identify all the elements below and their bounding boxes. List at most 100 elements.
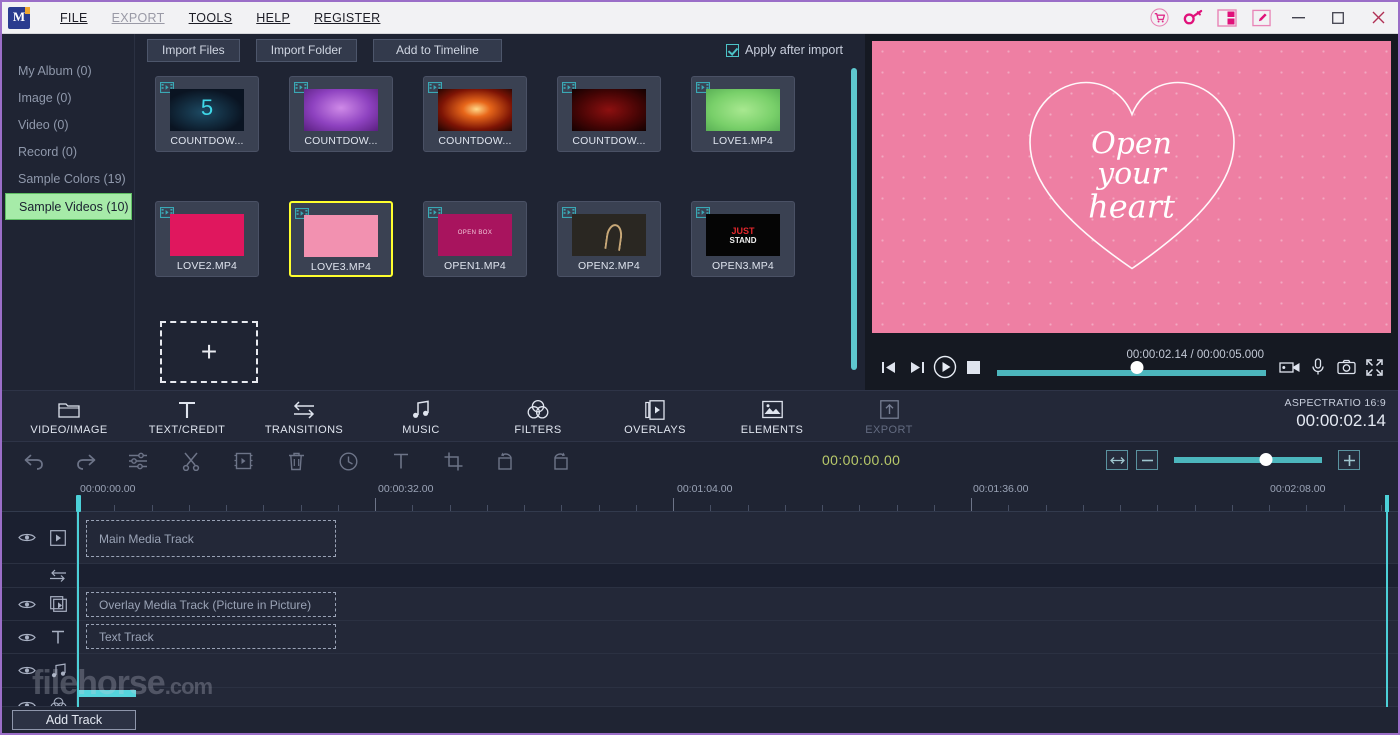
layout-icon[interactable] [1210, 3, 1244, 33]
tab-video-image[interactable]: VIDEO/IMAGE [10, 391, 128, 443]
fullscreen-icon[interactable] [1360, 353, 1388, 381]
timeline-ruler[interactable]: 00:00:00.00 00:00:32.00 00:01:04.00 00:01:3… [2, 480, 1398, 512]
sidebar-item-sample-videos[interactable]: Sample Videos (10) [5, 193, 132, 220]
video-track-icon[interactable] [48, 529, 68, 546]
maximize-button[interactable] [1318, 3, 1358, 33]
cart-icon[interactable] [1142, 3, 1176, 33]
menu-file[interactable]: FILE [48, 7, 100, 29]
ruler-label: 00:00:00.00 [80, 483, 136, 495]
audio-clip-segment[interactable] [78, 690, 136, 697]
track-lane[interactable] [77, 654, 1398, 687]
tab-export[interactable]: EXPORT [830, 391, 948, 443]
menu-tools[interactable]: TOOLS [177, 7, 245, 29]
track-lane[interactable]: Main Media Track [77, 512, 1398, 563]
ruler-tick [561, 505, 562, 511]
eye-icon[interactable] [18, 665, 36, 676]
sidebar-item-image[interactable]: Image (0) [2, 85, 134, 112]
sidebar-item-sample-colors[interactable]: Sample Colors (19) [2, 166, 134, 193]
menu-help[interactable]: HELP [244, 7, 302, 29]
apply-after-import-row[interactable]: Apply after import [726, 43, 843, 57]
import-files-button[interactable]: Import Files [147, 38, 240, 62]
settings-sliders-icon[interactable] [126, 449, 150, 473]
ruler-tick [1381, 505, 1382, 511]
zoom-slider-handle[interactable] [1259, 453, 1273, 466]
track-row-main-media[interactable]: Main Media Track [2, 512, 1398, 564]
play-button[interactable] [931, 353, 959, 381]
edit-icon[interactable] [1244, 3, 1278, 33]
media-item[interactable]: COUNTDOW... [289, 76, 393, 152]
close-button[interactable] [1358, 3, 1398, 33]
next-frame-icon[interactable] [903, 353, 931, 381]
media-item[interactable]: COUNTDOW... [155, 76, 259, 152]
media-item[interactable]: COUNTDOW... [423, 76, 527, 152]
undo-icon[interactable] [22, 449, 46, 473]
track-lane[interactable]: Overlay Media Track (Picture in Picture) [77, 588, 1398, 620]
text-t-icon[interactable] [389, 449, 413, 473]
sidebar-item-record[interactable]: Record (0) [2, 139, 134, 166]
import-folder-button[interactable]: Import Folder [255, 38, 358, 62]
crop-icon[interactable] [441, 449, 465, 473]
media-item[interactable]: LOVE1.MP4 [691, 76, 795, 152]
prev-frame-icon[interactable] [875, 353, 903, 381]
frame-icon[interactable] [231, 449, 255, 473]
video-preview-canvas[interactable]: Open your heart [872, 41, 1391, 333]
microphone-icon[interactable] [1304, 353, 1332, 381]
media-item[interactable]: OPEN3.MP4 [691, 201, 795, 277]
eye-icon[interactable] [18, 632, 36, 643]
zoom-out-icon[interactable] [1136, 450, 1158, 470]
seek-bar[interactable] [997, 361, 1266, 376]
text-track-icon[interactable] [48, 629, 68, 645]
track-row-transition[interactable] [2, 564, 1398, 588]
media-item[interactable]: OPEN2.MP4 [557, 201, 661, 277]
record-video-icon[interactable] [1276, 353, 1304, 381]
music-track-icon[interactable] [48, 662, 68, 679]
sidebar-item-my-album[interactable]: My Album (0) [2, 58, 134, 85]
fit-width-icon[interactable] [1106, 450, 1128, 470]
eye-icon[interactable] [18, 599, 36, 610]
snapshot-icon[interactable] [1332, 353, 1360, 381]
media-item[interactable]: LOVE2.MP4 [155, 201, 259, 277]
media-item[interactable]: COUNTDOW... [557, 76, 661, 152]
stop-button[interactable] [959, 353, 987, 381]
media-item[interactable]: LOVE3.MP4 [289, 201, 393, 277]
playhead-head[interactable] [76, 495, 81, 512]
zoom-slider[interactable] [1174, 453, 1322, 466]
track-row-overlay-media[interactable]: Overlay Media Track (Picture in Picture) [2, 588, 1398, 621]
add-to-timeline-button[interactable]: Add to Timeline [373, 38, 502, 62]
transition-arrows-icon[interactable] [48, 569, 68, 582]
ruler-tick [673, 498, 674, 511]
menu-register[interactable]: REGISTER [302, 7, 392, 29]
overlay-track-icon[interactable] [48, 596, 68, 612]
main-media-track-placeholder: Main Media Track [86, 520, 336, 557]
trash-icon[interactable] [284, 449, 308, 473]
apply-after-import-checkbox[interactable] [726, 43, 740, 57]
menu-help-label: HELP [256, 10, 291, 25]
track-lane[interactable]: Text Track [77, 621, 1398, 653]
menu-export[interactable]: EXPORT [100, 7, 177, 29]
clock-icon[interactable] [336, 449, 360, 473]
track-row-text[interactable]: Text Track [2, 621, 1398, 654]
add-media-button[interactable]: + [160, 321, 258, 383]
scissors-icon[interactable] [179, 449, 203, 473]
media-item[interactable]: OPEN1.MP4 [423, 201, 527, 277]
rotate-right-icon[interactable] [547, 449, 571, 473]
rotate-left-icon[interactable] [494, 449, 518, 473]
tab-overlays[interactable]: OVERLAYS [596, 391, 714, 443]
redo-icon[interactable] [74, 449, 98, 473]
tab-elements[interactable]: ELEMENTS [713, 391, 831, 443]
timeline-playhead[interactable] [77, 512, 79, 707]
tab-filters[interactable]: FILTERS [479, 391, 597, 443]
media-panel-scrollbar[interactable] [851, 68, 857, 370]
track-row-music[interactable] [2, 654, 1398, 688]
tab-transitions[interactable]: TRANSITIONS [245, 391, 363, 443]
add-track-button[interactable]: Add Track [12, 710, 136, 730]
track-lane[interactable] [77, 564, 1398, 587]
minimize-button[interactable] [1278, 3, 1318, 33]
seek-handle[interactable] [1130, 361, 1144, 374]
sidebar-item-video[interactable]: Video (0) [2, 112, 134, 139]
zoom-in-icon[interactable] [1338, 450, 1360, 470]
eye-icon[interactable] [18, 532, 36, 543]
tab-text-credit[interactable]: TEXT/CREDIT [128, 391, 246, 443]
key-icon[interactable] [1176, 3, 1210, 33]
tab-music[interactable]: MUSIC [362, 391, 480, 443]
